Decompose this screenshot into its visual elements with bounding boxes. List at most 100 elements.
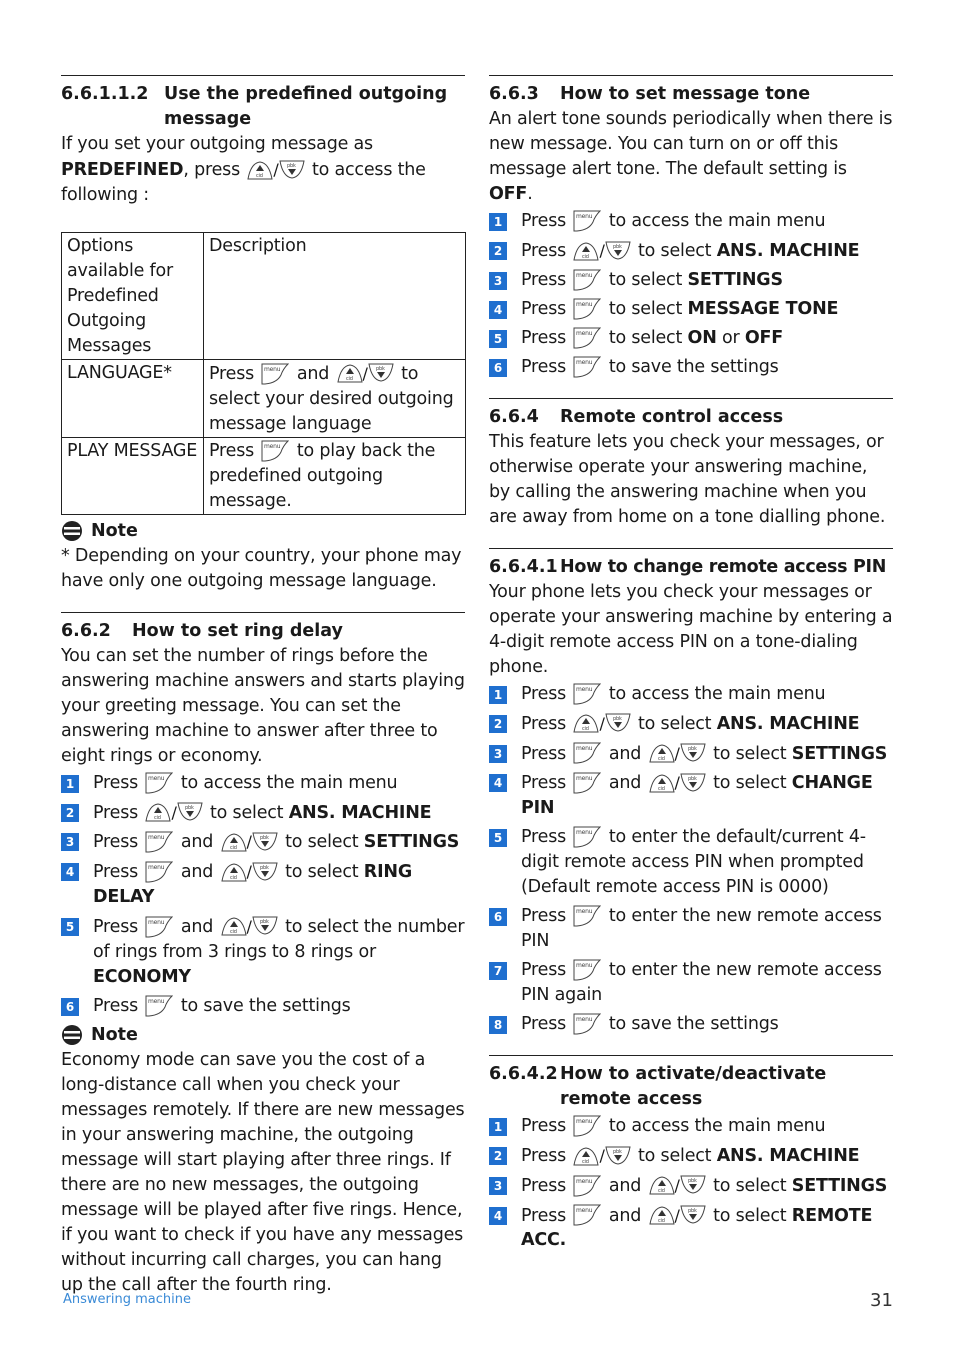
navigation-keys: cid / pbk	[573, 238, 631, 264]
menu-key-icon: menu	[573, 1204, 602, 1226]
table-row: PLAY MESSAGE Press menu to play back the…	[61, 436, 466, 515]
pbk-down-key-icon: pbk	[252, 832, 278, 851]
step-item: 6 Press menu to save the settings	[61, 994, 465, 1019]
menu-key-icon: menu	[145, 995, 174, 1016]
svg-text:menu: menu	[576, 829, 593, 836]
pbk-down-key-icon: pbk	[278, 160, 305, 179]
menu-key-icon: menu	[573, 269, 602, 291]
table-header-row: Options available for Predefined Outgoin…	[61, 231, 466, 360]
navigation-keys: cid / pbk	[247, 157, 305, 183]
step-item: 1 Press menu to access the main menu	[489, 209, 893, 234]
step-item: 5 Press menu to select ON or OFF	[489, 326, 893, 351]
svg-text:cid: cid	[582, 254, 589, 260]
step-number-badge: 5	[489, 329, 507, 348]
table-header-cell: Description	[203, 231, 466, 360]
step-item: 2 Press cid / pbk to select ANS. MACHINE	[489, 1143, 893, 1169]
svg-text:menu: menu	[148, 998, 165, 1005]
menu-key-icon: menu	[573, 772, 602, 794]
svg-text:menu: menu	[576, 686, 593, 693]
svg-text:menu: menu	[576, 745, 593, 752]
cid-up-key-icon: cid	[220, 862, 247, 881]
section-6-6-4: 6.6.4 Remote control access This feature…	[489, 397, 893, 530]
svg-text:cid: cid	[658, 1218, 665, 1224]
svg-text:pbk: pbk	[688, 1178, 697, 1184]
cid-up-key-icon: cid	[648, 744, 675, 763]
navigation-keys: cid / pbk	[145, 800, 203, 826]
step-text: Press cid / pbk to select ANS. MACHINE	[93, 800, 465, 826]
step-number-badge: 4	[489, 300, 507, 319]
paragraph: This feature lets you check your message…	[489, 431, 886, 527]
step-number-badge: 3	[489, 744, 507, 763]
right-column: 6.6.3 How to set message tone An alert t…	[489, 75, 893, 1271]
section-6-6-2: 6.6.2 How to set ring delay You can set …	[61, 611, 465, 1298]
step-item: 6 Press menu to save the settings	[489, 355, 893, 380]
svg-text:pbk: pbk	[688, 776, 697, 782]
pbk-down-key-icon: pbk	[680, 1175, 706, 1194]
step-list: 1 Press menu to access the main menu 2 Pres…	[489, 682, 893, 1037]
svg-text:menu: menu	[576, 775, 593, 782]
section-number: 6.6.4	[489, 406, 539, 427]
section-heading: 6.6.3 How to set message tone	[489, 82, 893, 107]
navigation-keys: cid / pbk	[648, 741, 706, 767]
step-number-badge: 6	[489, 908, 507, 926]
step-text: Press menu to access the main menu	[521, 210, 826, 232]
menu-key-icon: menu	[145, 861, 174, 883]
step-text: Press menu to enter the new remote acces…	[521, 905, 882, 951]
step-number-badge: 3	[489, 271, 507, 290]
svg-text:cid: cid	[658, 1188, 665, 1194]
cid-up-key-icon: cid	[573, 241, 600, 260]
step-list: 1 Press menu to access the main menu 2 Pres…	[489, 1114, 893, 1253]
step-text: Press menu to save the settings	[521, 1013, 779, 1035]
svg-text:pbk: pbk	[613, 716, 622, 722]
step-number-badge: 4	[61, 863, 79, 881]
step-item: 1 Press menu to access the main menu	[489, 682, 893, 707]
step-text: Press menu and cid / pbk to select REMOT…	[521, 1203, 893, 1254]
paragraph: An alert tone sounds periodically when t…	[489, 109, 893, 204]
pbk-down-key-icon: pbk	[605, 241, 631, 260]
note-heading: Note	[61, 1023, 465, 1048]
options-table: Options available for Predefined Outgoin…	[61, 231, 466, 515]
cid-up-key-icon: cid	[247, 160, 273, 179]
paragraph: If you set your outgoing message as PRED…	[61, 134, 426, 205]
paragraph: You can set the number of rings before t…	[61, 645, 465, 766]
menu-key-icon: menu	[261, 440, 290, 461]
menu-key-icon: menu	[573, 356, 602, 378]
step-number-badge: 1	[489, 213, 507, 231]
step-text: Press menu to access the main menu	[521, 1115, 826, 1137]
svg-text:menu: menu	[576, 330, 593, 337]
svg-text:pbk: pbk	[185, 805, 194, 811]
step-number-badge: 6	[61, 997, 79, 1016]
step-number-badge: 6	[489, 358, 507, 377]
menu-key-icon: menu	[573, 742, 602, 764]
section-title: Remote control access	[560, 406, 784, 427]
svg-text:pbk: pbk	[688, 1208, 697, 1214]
step-item: 1 Press menu to access the main menu	[489, 1114, 893, 1139]
step-item: 3 Press menu and cid / pbk to select SETT…	[489, 741, 893, 767]
step-number-badge: 4	[489, 774, 507, 793]
svg-text:pbk: pbk	[260, 865, 269, 871]
section-heading: 6.6.4 Remote control access	[489, 405, 893, 430]
menu-key-icon: menu	[573, 327, 602, 349]
svg-text:pbk: pbk	[260, 919, 269, 925]
svg-text:cid: cid	[582, 726, 589, 732]
step-number-badge: 5	[61, 917, 79, 936]
note-text: Economy mode can save you the cost of a …	[61, 1049, 465, 1295]
navigation-keys: cid / pbk	[648, 1173, 706, 1199]
step-item: 3 Press menu and cid / pbk to select SETT…	[61, 829, 465, 855]
section-heading: 6.6.4.1 How to change remote access PIN	[489, 555, 893, 580]
section-6-6-3: 6.6.3 How to set message tone An alert t…	[489, 75, 893, 380]
step-list: 1 Press menu to access the main menu 2 Pres…	[489, 209, 893, 380]
step-number-badge: 2	[489, 714, 507, 733]
navigation-keys: cid / pbk	[220, 914, 278, 940]
section-title: How to change remote access PIN	[560, 556, 887, 577]
svg-text:cid: cid	[230, 845, 237, 851]
menu-key-icon: menu	[145, 772, 174, 793]
svg-text:pbk: pbk	[613, 1149, 622, 1155]
step-item: 4 Press menu and cid / pbk to select RING…	[61, 859, 465, 910]
section-number: 6.6.2	[61, 620, 111, 641]
step-text: Press menu to access the main menu	[521, 683, 826, 705]
svg-text:menu: menu	[576, 1207, 593, 1214]
svg-text:menu: menu	[148, 919, 165, 926]
note-text: * Depending on your country, your phone …	[61, 545, 462, 591]
cid-up-key-icon: cid	[220, 833, 247, 852]
